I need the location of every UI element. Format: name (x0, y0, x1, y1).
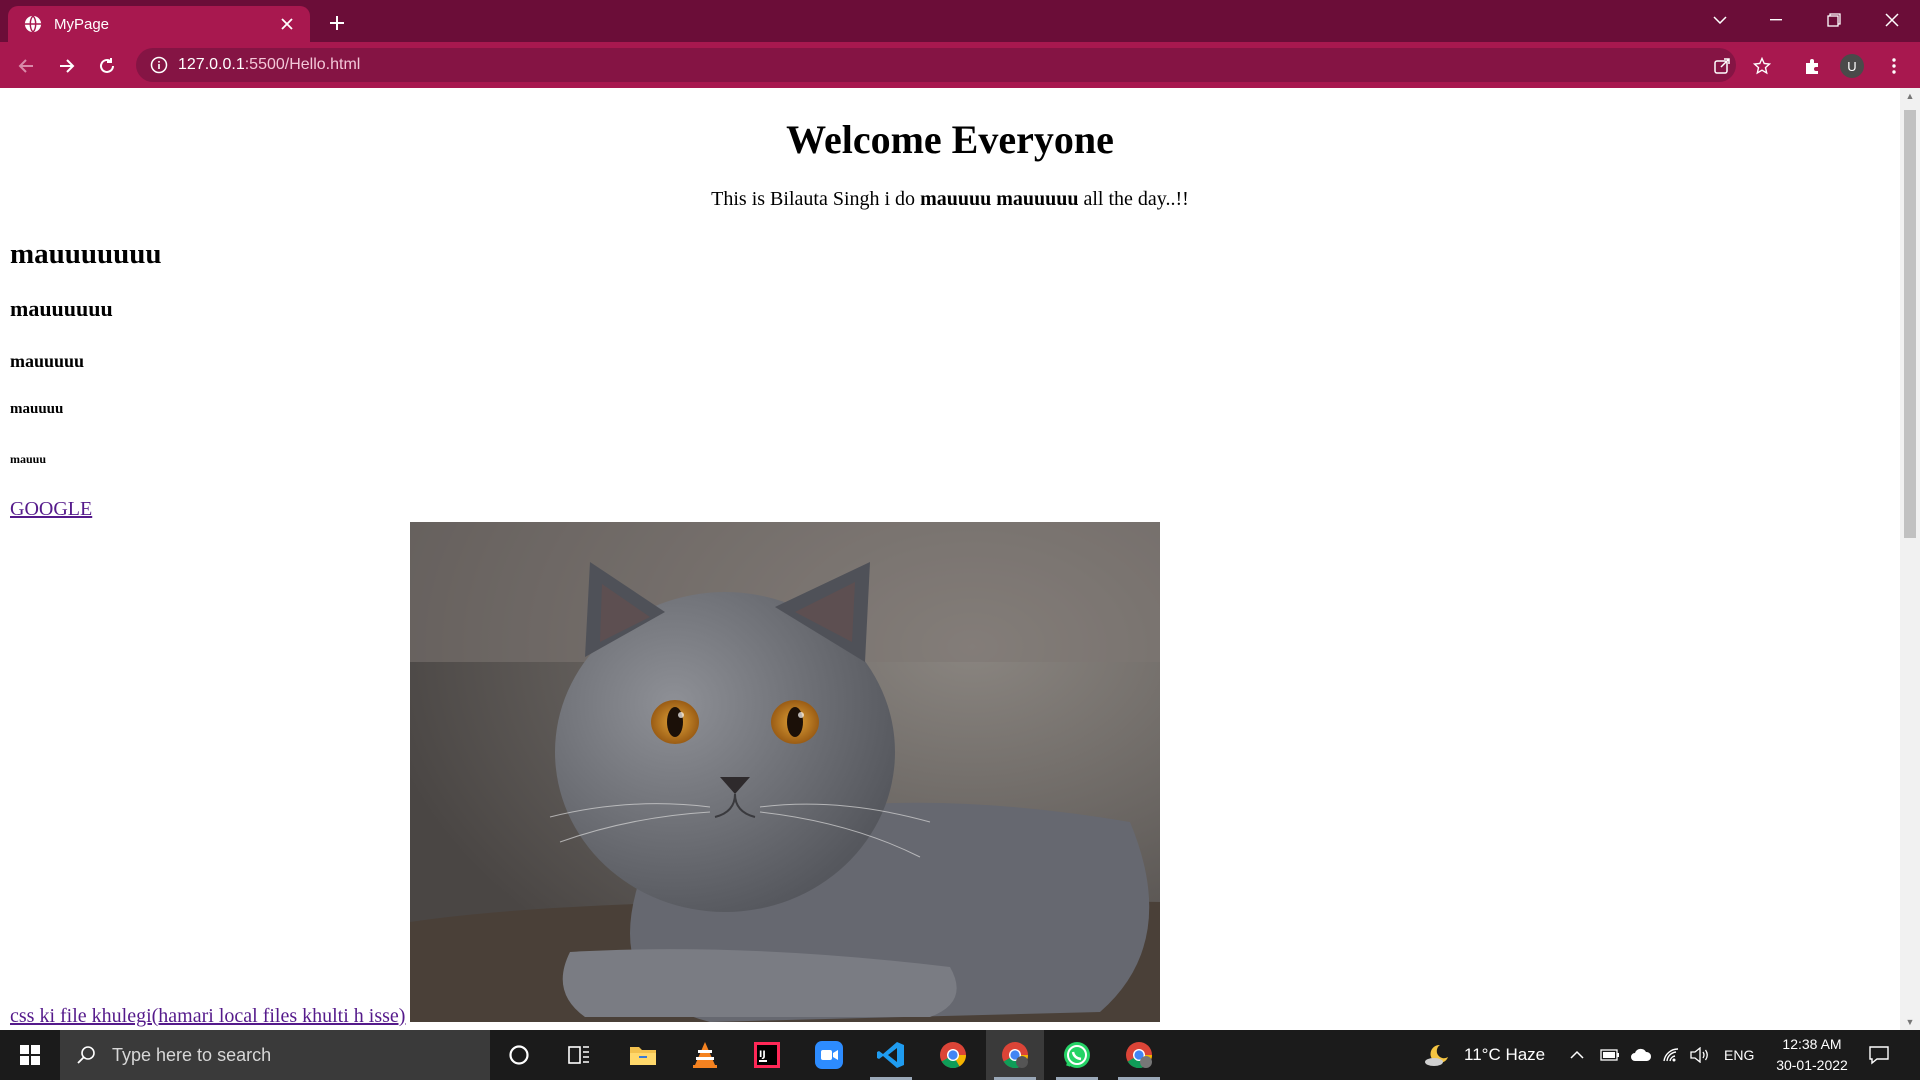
scroll-up-icon[interactable]: ▲ (1904, 90, 1916, 102)
clock-date: 30-01-2022 (1776, 1057, 1848, 1073)
browser-tab[interactable]: MyPage (8, 6, 310, 42)
taskbar-search[interactable]: Type here to search (60, 1030, 490, 1080)
chrome-icon[interactable] (924, 1030, 982, 1080)
show-hidden-icons-icon[interactable] (1570, 1030, 1584, 1080)
search-placeholder: Type here to search (112, 1044, 272, 1065)
menu-kebab-icon[interactable] (1878, 50, 1910, 82)
css-file-link[interactable]: css ki file khulegi(hamari local files k… (10, 1005, 405, 1028)
notification-center-icon[interactable] (1868, 1030, 1890, 1080)
browser-toolbar: 127.0.0.1:5500/Hello.html U (0, 42, 1920, 88)
address-bar[interactable]: 127.0.0.1:5500/Hello.html (136, 48, 1736, 82)
windows-logo-icon (20, 1045, 40, 1065)
onedrive-cloud-icon[interactable] (1630, 1030, 1652, 1080)
scroll-thumb[interactable] (1904, 110, 1916, 538)
start-button[interactable] (0, 1030, 60, 1080)
restore-button[interactable] (1806, 0, 1862, 40)
moon-cloud-icon (1425, 1044, 1448, 1066)
back-button[interactable] (10, 50, 42, 82)
weather-widget[interactable]: 11°C Haze (1424, 1030, 1545, 1080)
page-viewport: Welcome Everyone This is Bilauta Singh i… (0, 88, 1900, 1030)
chrome-profile-2-icon[interactable] (1110, 1030, 1168, 1080)
language-indicator[interactable]: ENG (1724, 1030, 1754, 1080)
weather-text: 11°C Haze (1464, 1045, 1546, 1064)
globe-icon (24, 15, 42, 33)
vscode-icon[interactable] (862, 1030, 920, 1080)
vlc-icon[interactable] (676, 1030, 734, 1080)
cat-image (410, 522, 1160, 1022)
windows-taskbar: Type here to search IJ 11°C Haze ENG 12:… (0, 1030, 1920, 1080)
close-tab-icon[interactable] (276, 13, 298, 35)
heading-h6: mauuu (10, 452, 47, 466)
chrome-profile-icon[interactable] (986, 1030, 1044, 1080)
close-window-button[interactable] (1864, 0, 1920, 40)
profile-button[interactable]: U (1836, 50, 1868, 82)
svg-text:IJ: IJ (759, 1050, 766, 1060)
intro-text: This is Bilauta Singh i do (711, 188, 921, 210)
tab-strip: MyPage (0, 0, 1920, 42)
battery-icon[interactable] (1600, 1030, 1620, 1080)
bookmark-star-icon[interactable] (1746, 50, 1778, 82)
zoom-icon[interactable] (800, 1030, 858, 1080)
google-link[interactable]: GOOGLE (10, 498, 92, 521)
tab-title: MyPage (54, 15, 110, 33)
reload-icon (100, 58, 114, 73)
wifi-icon[interactable] (1662, 1030, 1680, 1080)
search-icon (77, 1046, 95, 1064)
intro-paragraph: This is Bilauta Singh i do mauuuu mauuuu… (0, 188, 1900, 211)
heading-h3: mauuuuuu (10, 296, 113, 321)
url-host: 127.0.0.1 (178, 56, 245, 73)
forward-arrow-icon (60, 59, 75, 73)
intellij-icon[interactable]: IJ (738, 1030, 796, 1080)
heading-h4: mauuuuu (10, 351, 85, 371)
cortana-icon[interactable] (490, 1030, 548, 1080)
page-title: Welcome Everyone (786, 117, 1114, 162)
volume-icon[interactable] (1690, 1030, 1710, 1080)
task-view-icon[interactable] (550, 1030, 608, 1080)
back-arrow-icon (18, 59, 33, 73)
heading-h5: mauuuu (10, 401, 64, 417)
extensions-icon[interactable] (1796, 50, 1828, 82)
url-path: :5500/Hello.html (244, 56, 361, 73)
new-tab-button[interactable] (322, 8, 352, 38)
file-explorer-icon[interactable] (614, 1030, 672, 1080)
intro-text-end: all the day..!! (1078, 188, 1189, 210)
heading-h2: mauuuuuuu (10, 238, 162, 270)
avatar: U (1840, 54, 1864, 78)
whatsapp-icon[interactable] (1048, 1030, 1106, 1080)
site-info-icon[interactable] (150, 56, 168, 74)
forward-button[interactable] (51, 50, 83, 82)
reload-button[interactable] (91, 50, 123, 82)
intro-bold-text: mauuuu mauuuuu (920, 188, 1079, 210)
share-icon[interactable] (1706, 50, 1738, 82)
clock-time: 12:38 AM (1782, 1036, 1842, 1052)
system-clock[interactable]: 12:38 AM 30-01-2022 (1764, 1034, 1860, 1076)
scroll-down-icon[interactable]: ▼ (1904, 1016, 1916, 1028)
vertical-scrollbar[interactable]: ▲ ▼ (1900, 88, 1920, 1030)
minimize-button[interactable] (1748, 0, 1804, 40)
tab-search-icon[interactable] (1692, 0, 1748, 40)
